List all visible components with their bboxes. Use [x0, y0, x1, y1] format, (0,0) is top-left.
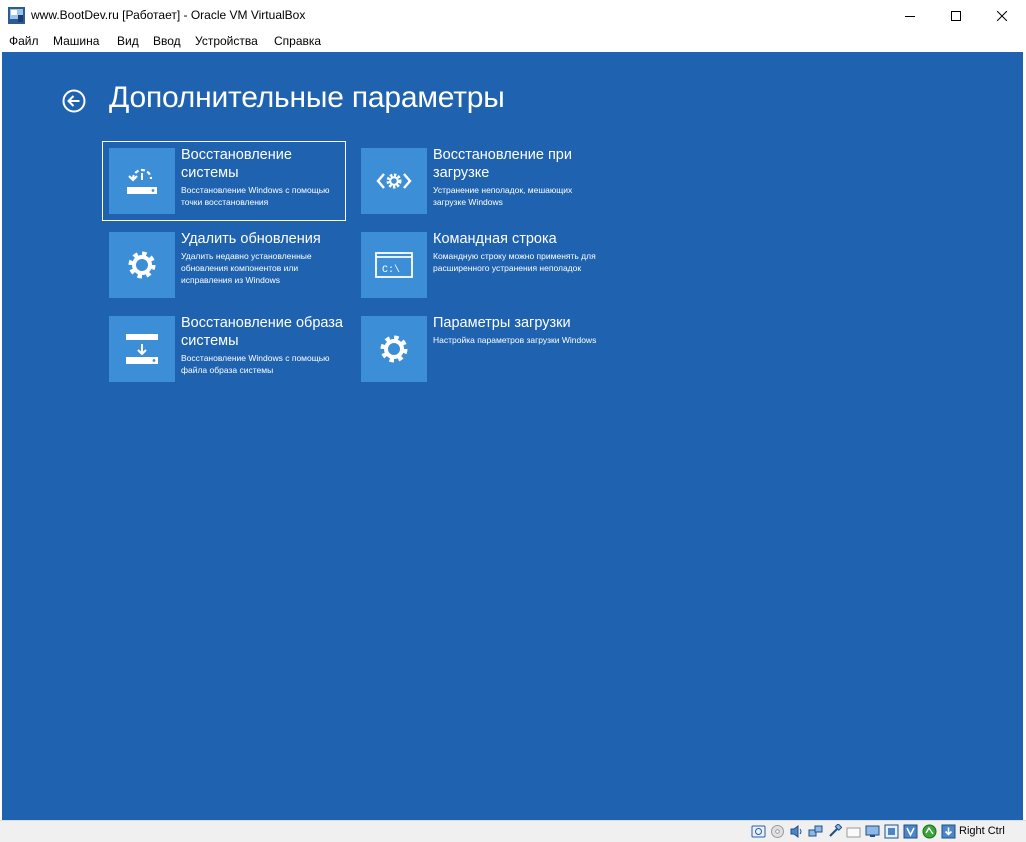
mouse-integration-icon[interactable]: [922, 824, 937, 839]
virtualbox-app-icon: [8, 7, 25, 24]
vm-display[interactable]: Дополнительные параметры Восстановление …: [2, 52, 1023, 820]
video-capture-icon[interactable]: [884, 824, 899, 839]
startup-repair-icon: [376, 173, 412, 189]
status-bar: Right Ctrl: [0, 820, 1026, 842]
system-restore-icon: [127, 168, 157, 194]
hard-disk-icon[interactable]: [751, 824, 766, 839]
menu-view[interactable]: Вид: [117, 34, 139, 48]
menu-devices[interactable]: Устройства: [195, 34, 258, 48]
window-title-bar: www.BootDev.ru [Работает] - Oracle VM Vi…: [0, 0, 1026, 31]
command-prompt-text: C:\: [382, 264, 400, 276]
tile-title: Восстановление при загрузке: [433, 147, 572, 181]
gear-icon: [380, 335, 408, 363]
minimize-button[interactable]: [887, 0, 933, 31]
close-icon: [997, 10, 1007, 21]
display-icon[interactable]: [865, 824, 880, 839]
tile-title: Параметры загрузки: [433, 315, 571, 331]
system-image-recovery-icon: [126, 334, 158, 364]
audio-icon[interactable]: [789, 824, 804, 839]
virtualization-icon[interactable]: [903, 824, 918, 839]
menu-file[interactable]: Файл: [9, 34, 39, 48]
maximize-icon: [951, 10, 961, 21]
maximize-button[interactable]: [933, 0, 979, 31]
tile-title: Восстановление образа системы: [181, 315, 343, 349]
window-title: www.BootDev.ru [Работает] - Oracle VM Vi…: [31, 8, 306, 22]
tile-description: Настройка параметров загрузки Windows: [433, 335, 597, 345]
tile-startup-settings[interactable]: Параметры загрузки Настройка параметров …: [355, 310, 597, 388]
usb-icon[interactable]: [827, 824, 842, 839]
tile-title: Восстановление системы: [181, 147, 292, 181]
menu-bar: Файл Машина Вид Ввод Устройства Справка: [0, 31, 1026, 52]
tile-icon-box: [109, 316, 175, 382]
tile-system-image-recovery[interactable]: Восстановление образа системы Восстановл…: [103, 310, 345, 388]
tile-icon-box: [361, 148, 427, 214]
tile-startup-repair[interactable]: Восстановление при загрузке Устранение н…: [355, 142, 597, 220]
command-prompt-icon: C:\: [375, 252, 413, 278]
tile-system-restore[interactable]: Восстановление системы Восстановление Wi…: [102, 141, 346, 221]
tile-description: Удалить недавно установленные обновления…: [181, 251, 312, 285]
back-arrow-icon[interactable]: [62, 89, 86, 113]
keyboard-capture-icon[interactable]: [941, 824, 956, 839]
minimize-icon: [905, 15, 915, 17]
shared-folders-icon[interactable]: [846, 824, 861, 839]
tile-title: Удалить обновления: [181, 231, 321, 247]
tile-description: Восстановление Windows с помощью файла о…: [181, 353, 330, 375]
tile-description: Восстановление Windows с помощью точки в…: [181, 185, 330, 207]
menu-input[interactable]: Ввод: [153, 34, 181, 48]
network-icon[interactable]: [808, 824, 823, 839]
tile-icon-box: [109, 148, 175, 214]
tile-icon-box: [361, 316, 427, 382]
host-key-label: Right Ctrl: [959, 825, 1005, 837]
tile-command-prompt[interactable]: C:\ Командная строка Командную строку мо…: [355, 226, 597, 304]
page-title: Дополнительные параметры: [109, 81, 505, 114]
tile-uninstall-updates[interactable]: Удалить обновления Удалить недавно устан…: [103, 226, 345, 304]
tile-title: Командная строка: [433, 231, 557, 247]
menu-machine[interactable]: Машина: [53, 34, 99, 48]
close-button[interactable]: [979, 0, 1025, 31]
menu-help[interactable]: Справка: [274, 34, 321, 48]
tile-icon-box: [109, 232, 175, 298]
tile-description: Устранение неполадок, мешающих загрузке …: [433, 185, 573, 207]
tile-icon-box: C:\: [361, 232, 427, 298]
optical-drive-icon[interactable]: [770, 824, 785, 839]
gear-icon: [128, 251, 156, 279]
tile-description: Командную строку можно применять для рас…: [433, 251, 596, 273]
